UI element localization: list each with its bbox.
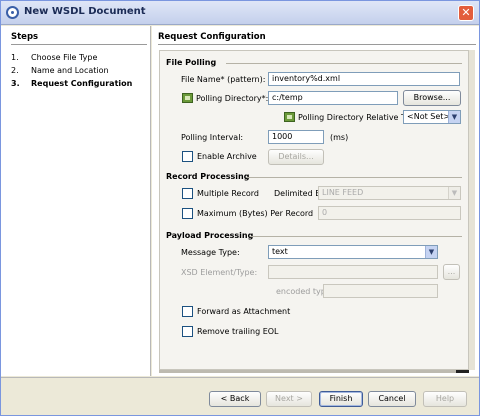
polling-interval-input[interactable]: 1000 <box>268 130 324 144</box>
back-button[interactable]: < Back <box>209 391 261 407</box>
scroll-corner <box>456 370 469 373</box>
browse-button[interactable]: Browse... <box>403 90 461 106</box>
enable-archive-checkbox[interactable] <box>182 151 193 162</box>
step-number: 2. <box>11 66 19 75</box>
xsd-element-label: XSD Element/Type: <box>181 268 258 277</box>
details-button[interactable]: Details... <box>268 149 324 165</box>
finish-button[interactable]: Finish <box>319 391 363 407</box>
record-processing-heading: Record Processing <box>166 172 250 181</box>
encoded-type-input[interactable] <box>323 284 438 298</box>
step-choose-file-type: 1. Choose File Type <box>11 53 97 62</box>
footer-divider <box>1 377 479 378</box>
section-divider <box>226 63 462 64</box>
payload-processing-heading: Payload Processing <box>166 231 254 240</box>
wsdl-wizard-window: New WSDL Document ✕ Steps 1. Choose File … <box>0 0 480 416</box>
chevron-down-icon: ▼ <box>425 246 437 258</box>
file-name-input[interactable]: inventory%d.xml <box>268 72 460 86</box>
delimited-by-value: LINE FEED <box>322 188 364 197</box>
max-bytes-input[interactable]: 0 <box>318 206 461 220</box>
forward-attachment-checkbox[interactable] <box>182 306 193 317</box>
message-type-value: text <box>272 247 288 256</box>
window-title: New WSDL Document <box>24 6 146 17</box>
polling-relative-select[interactable]: <Not Set> ▼ <box>403 110 461 124</box>
vertical-scrollbar[interactable] <box>469 50 475 370</box>
message-type-select[interactable]: text ▼ <box>268 245 438 259</box>
multiple-record-checkbox[interactable] <box>182 188 193 199</box>
max-bytes-label: Maximum (Bytes) Per Record <box>197 209 314 218</box>
request-configuration-panel: Request Configuration File Polling File … <box>152 26 479 376</box>
step-label: Name and Location <box>31 66 109 75</box>
chevron-down-icon: ▼ <box>448 187 460 199</box>
step-name-and-location: 2. Name and Location <box>11 66 109 75</box>
steps-panel: Steps 1. Choose File Type 2. Name and Loca… <box>1 26 151 376</box>
step-number: 3. <box>11 79 20 88</box>
remove-eol-label: Remove trailing EOL <box>197 327 279 336</box>
step-request-configuration: 3. Request Configuration <box>11 79 132 88</box>
polling-directory-input[interactable]: c:/temp <box>268 91 398 105</box>
remove-eol-checkbox[interactable] <box>182 326 193 337</box>
file-name-label: File Name* (pattern): <box>181 75 266 84</box>
step-label: Choose File Type <box>31 53 98 62</box>
cancel-button[interactable]: Cancel <box>368 391 416 407</box>
close-button[interactable]: ✕ <box>458 5 474 21</box>
message-type-label: Message Type: <box>181 248 240 257</box>
title-bar: New WSDL Document ✕ <box>1 1 479 25</box>
xsd-browse-button[interactable]: ... <box>443 264 460 280</box>
section-divider <box>250 236 462 237</box>
xsd-element-input[interactable] <box>268 265 438 279</box>
step-number: 1. <box>11 53 19 62</box>
enable-archive-label: Enable Archive <box>197 152 257 161</box>
panel-title: Request Configuration <box>158 32 266 42</box>
polling-directory-label: Polling Directory*: <box>196 94 269 103</box>
steps-title: Steps <box>11 32 39 42</box>
step-label: Request Configuration <box>31 79 133 88</box>
polling-interval-label: Polling Interval: <box>181 133 244 142</box>
chevron-down-icon: ▼ <box>448 111 460 123</box>
polling-relative-value: <Not Set> <box>407 112 451 121</box>
multiple-record-label: Multiple Record <box>197 189 259 198</box>
max-bytes-checkbox[interactable] <box>182 208 193 219</box>
polling-relative-label: Polling Directory Relative To: <box>298 113 413 122</box>
horizontal-scrollbar[interactable] <box>159 370 469 373</box>
folder-icon <box>182 93 193 103</box>
panel-divider <box>158 44 476 45</box>
file-polling-heading: File Polling <box>166 58 217 67</box>
steps-divider <box>11 44 147 45</box>
next-button[interactable]: Next > <box>266 391 312 407</box>
help-button[interactable]: Help <box>423 391 467 407</box>
forward-attachment-label: Forward as Attachment <box>197 307 291 316</box>
folder-icon <box>284 112 295 122</box>
interval-unit-label: (ms) <box>330 133 349 142</box>
configuration-scroll-area[interactable]: File Polling File Name* (pattern): inven… <box>159 50 469 370</box>
delimited-by-select[interactable]: LINE FEED ▼ <box>318 186 461 200</box>
section-divider <box>246 177 462 178</box>
app-icon <box>6 6 19 19</box>
